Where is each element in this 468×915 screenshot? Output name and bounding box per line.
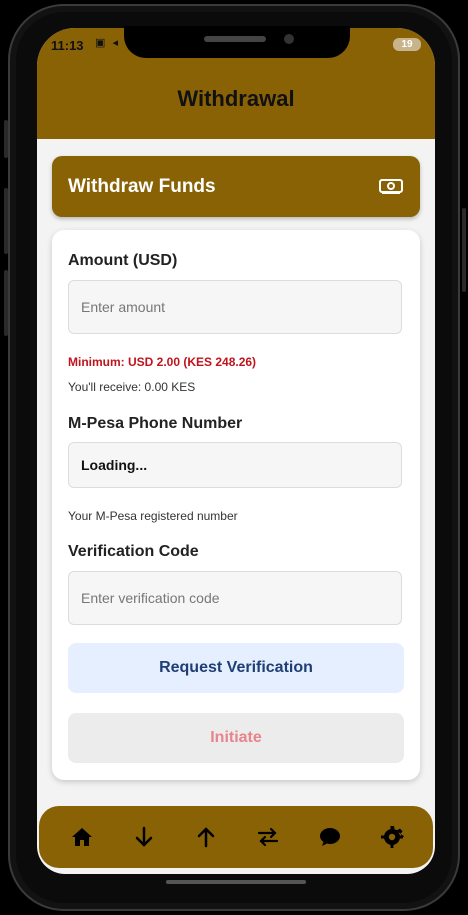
phone-field[interactable]: Loading... bbox=[68, 442, 402, 488]
status-time: 11:13 bbox=[51, 38, 84, 53]
receive-note: You'll receive: 0.00 KES bbox=[68, 380, 196, 394]
amount-input[interactable]: Enter amount bbox=[68, 280, 402, 334]
side-button bbox=[4, 120, 8, 158]
home-indicator bbox=[166, 880, 306, 884]
verification-code-input[interactable]: Enter verification code bbox=[68, 571, 402, 625]
withdraw-form: Amount (USD) Enter amount Minimum: USD 2… bbox=[52, 230, 420, 780]
card-title: Withdraw Funds bbox=[68, 176, 216, 197]
battery-indicator: 19 bbox=[393, 38, 421, 51]
speaker bbox=[204, 36, 266, 42]
phone-note: Your M-Pesa registered number bbox=[68, 509, 238, 523]
swap-icon[interactable] bbox=[256, 825, 280, 849]
arrow-down-icon[interactable] bbox=[132, 825, 156, 849]
minimum-note: Minimum: USD 2.00 (KES 248.26) bbox=[68, 355, 257, 369]
arrow-up-icon[interactable] bbox=[194, 825, 218, 849]
phone-label: M-Pesa Phone Number bbox=[68, 415, 243, 432]
chat-icon[interactable] bbox=[318, 825, 342, 849]
page-title: Withdrawal bbox=[177, 86, 295, 111]
camera bbox=[284, 34, 294, 44]
verification-code-label: Verification Code bbox=[68, 543, 199, 560]
side-button bbox=[462, 208, 466, 292]
side-button bbox=[4, 270, 8, 336]
notch bbox=[124, 26, 350, 58]
app-screen: 11:13 ▣ ◂ 19 Withdrawal Withdraw Funds A… bbox=[37, 28, 435, 874]
home-icon[interactable] bbox=[70, 825, 94, 849]
status-icons: ▣ ◂ bbox=[95, 37, 120, 49]
side-button bbox=[4, 188, 8, 254]
amount-label: Amount (USD) bbox=[68, 252, 178, 269]
request-verification-button[interactable]: Request Verification bbox=[68, 643, 404, 693]
money-icon bbox=[379, 179, 403, 194]
bottom-nav bbox=[39, 806, 433, 868]
gear-icon[interactable] bbox=[380, 825, 404, 849]
initiate-button[interactable]: Initiate bbox=[68, 713, 404, 763]
withdraw-funds-header: Withdraw Funds bbox=[52, 156, 420, 217]
